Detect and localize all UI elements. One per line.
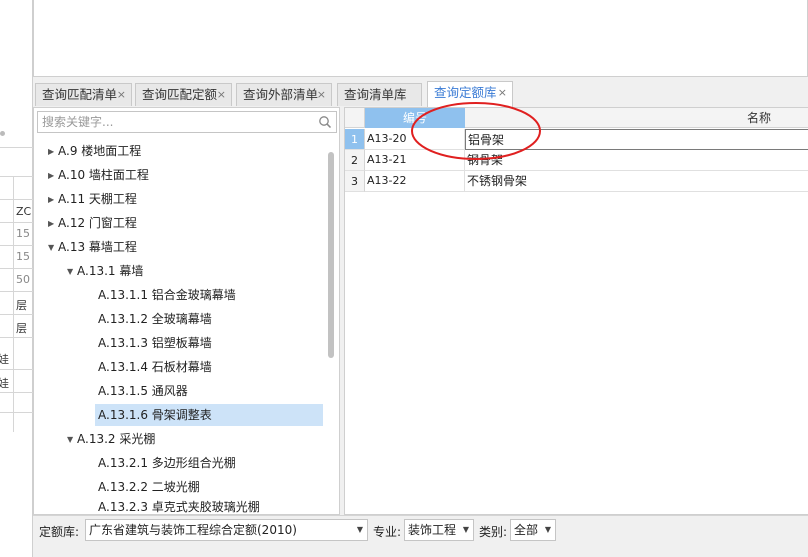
tree-node[interactable]: ▼ A.13 幕墙工程 [48, 236, 137, 258]
quota-library-label: 定额库: [39, 525, 80, 539]
chevron-down-icon[interactable]: ▼ [48, 237, 58, 259]
cell-code[interactable]: A13-20 [365, 129, 465, 150]
splitter-dot [0, 131, 5, 136]
tree-node[interactable]: ▼ A.13.2 采光棚 [67, 428, 155, 450]
chevron-right-icon[interactable]: ▶ [48, 189, 58, 211]
row-number[interactable]: 2 [345, 150, 365, 171]
left-cell: ZC [16, 205, 32, 218]
close-icon[interactable]: × [498, 82, 507, 104]
tree-node[interactable]: ▶ A.12 门窗工程 [48, 212, 137, 234]
cell-code[interactable]: A13-21 [365, 150, 465, 171]
cell-name[interactable]: 铝骨架 [465, 129, 808, 150]
tree-scrollbar[interactable] [328, 152, 334, 358]
chevron-down-icon: ▼ [462, 525, 469, 534]
tab-query-match-list[interactable]: 查询匹配清单 × [35, 83, 132, 106]
cell-name[interactable]: 钢骨架 [465, 150, 808, 171]
tab-label: 查询定额库 [434, 85, 497, 100]
type-select[interactable]: 全部 ▼ [510, 519, 556, 541]
quota-grid-panel: 编号 名称 1 A13-20 铝骨架 2 A13-21 钢骨架 3 A13-22… [344, 107, 808, 515]
left-cell: 层 [16, 299, 27, 312]
chapter-tree-panel: ▶A.9 楼地面工程 ▶A.10 墙柱面工程 ▶A.11 天棚工程 ▶A.12 … [33, 107, 340, 515]
left-cell: 娃 [0, 377, 9, 390]
chevron-down-icon: ▼ [544, 525, 551, 534]
close-icon[interactable]: × [117, 84, 126, 106]
left-cell: 层 [16, 322, 27, 335]
filter-bar: 定额库: 广东省建筑与装饰工程综合定额(2010) ▼ 专业: 装饰工程 ▼ 类… [33, 515, 808, 545]
tab-query-external-list[interactable]: 查询外部清单 × [236, 83, 332, 106]
search-input[interactable] [38, 112, 312, 132]
column-header-name[interactable]: 名称 [465, 108, 808, 128]
left-cell: 娃 [0, 353, 9, 366]
major-select[interactable]: 装饰工程 ▼ [404, 519, 474, 541]
tree-leaf[interactable]: A.13.2.1 多边形组合光棚 [98, 452, 236, 474]
tree-leaf[interactable]: A.13.1.3 铝塑板幕墙 [98, 332, 212, 354]
chevron-down-icon[interactable]: ▼ [67, 261, 77, 283]
chevron-down-icon: ▼ [356, 525, 363, 534]
tab-label: 查询外部清单 [243, 87, 319, 102]
tree-leaf[interactable]: A.13.1.1 铝合金玻璃幕墙 [98, 284, 236, 306]
tab-query-match-quota[interactable]: 查询匹配定额 × [135, 83, 232, 106]
tree-node[interactable]: ▶ A.10 墙柱面工程 [48, 164, 149, 186]
left-cell: 15 [16, 250, 30, 263]
query-tab-bar: 查询匹配清单 × 查询匹配定额 × 查询外部清单 × 查询清单库 查询定额库 × [33, 81, 808, 107]
tab-query-list-library[interactable]: 查询清单库 [337, 83, 422, 106]
major-label: 专业: [373, 525, 402, 539]
tree-node[interactable]: ▶ A.11 天棚工程 [48, 188, 137, 210]
row-number[interactable]: 1 [345, 129, 365, 150]
close-icon[interactable]: × [317, 84, 326, 106]
chevron-right-icon[interactable]: ▶ [48, 213, 58, 235]
close-icon[interactable]: × [217, 84, 226, 106]
column-header-code[interactable]: 编号 [365, 108, 465, 128]
tab-label: 查询匹配清单 [42, 87, 118, 102]
cell-code[interactable]: A13-22 [365, 171, 465, 192]
tree-leaf[interactable]: A.13.2.3 卓克式夹胶玻璃光棚 [98, 500, 260, 514]
tab-query-quota-library[interactable]: 查询定额库 × [427, 81, 513, 107]
tree-node[interactable]: ▶ A.9 楼地面工程 [48, 140, 141, 162]
left-cell: 50 [16, 273, 30, 286]
left-cell: 15 [16, 227, 30, 240]
tree-leaf[interactable]: A.13.1.2 全玻璃幕墙 [98, 308, 212, 330]
tree-leaf-selected[interactable]: A.13.1.6 骨架调整表 [95, 404, 323, 426]
grid-corner [345, 108, 365, 128]
tree-leaf[interactable]: A.13.1.4 石板材幕墙 [98, 356, 212, 378]
chevron-down-icon[interactable]: ▼ [67, 429, 77, 451]
left-pane-strip: ZC 15 15 50 层 层 娃 娃 [0, 0, 33, 557]
row-number[interactable]: 3 [345, 171, 365, 192]
search-box [37, 111, 337, 133]
tab-label: 查询清单库 [344, 87, 407, 102]
tree-leaf[interactable]: A.13.1.5 通风器 [98, 380, 188, 402]
type-label: 类别: [479, 525, 508, 539]
top-empty-panel [33, 0, 808, 77]
chevron-right-icon[interactable]: ▶ [48, 165, 58, 187]
tree-node[interactable]: ▼ A.13.1 幕墙 [67, 260, 143, 282]
quota-library-select[interactable]: 广东省建筑与装饰工程综合定额(2010) ▼ [85, 519, 368, 541]
tab-label: 查询匹配定额 [142, 87, 218, 102]
cell-name[interactable]: 不锈钢骨架 [465, 171, 808, 192]
search-icon[interactable] [318, 115, 332, 129]
tree-leaf[interactable]: A.13.2.2 二坡光棚 [98, 476, 200, 498]
grid-header: 编号 名称 [345, 108, 808, 128]
chevron-right-icon[interactable]: ▶ [48, 141, 58, 163]
